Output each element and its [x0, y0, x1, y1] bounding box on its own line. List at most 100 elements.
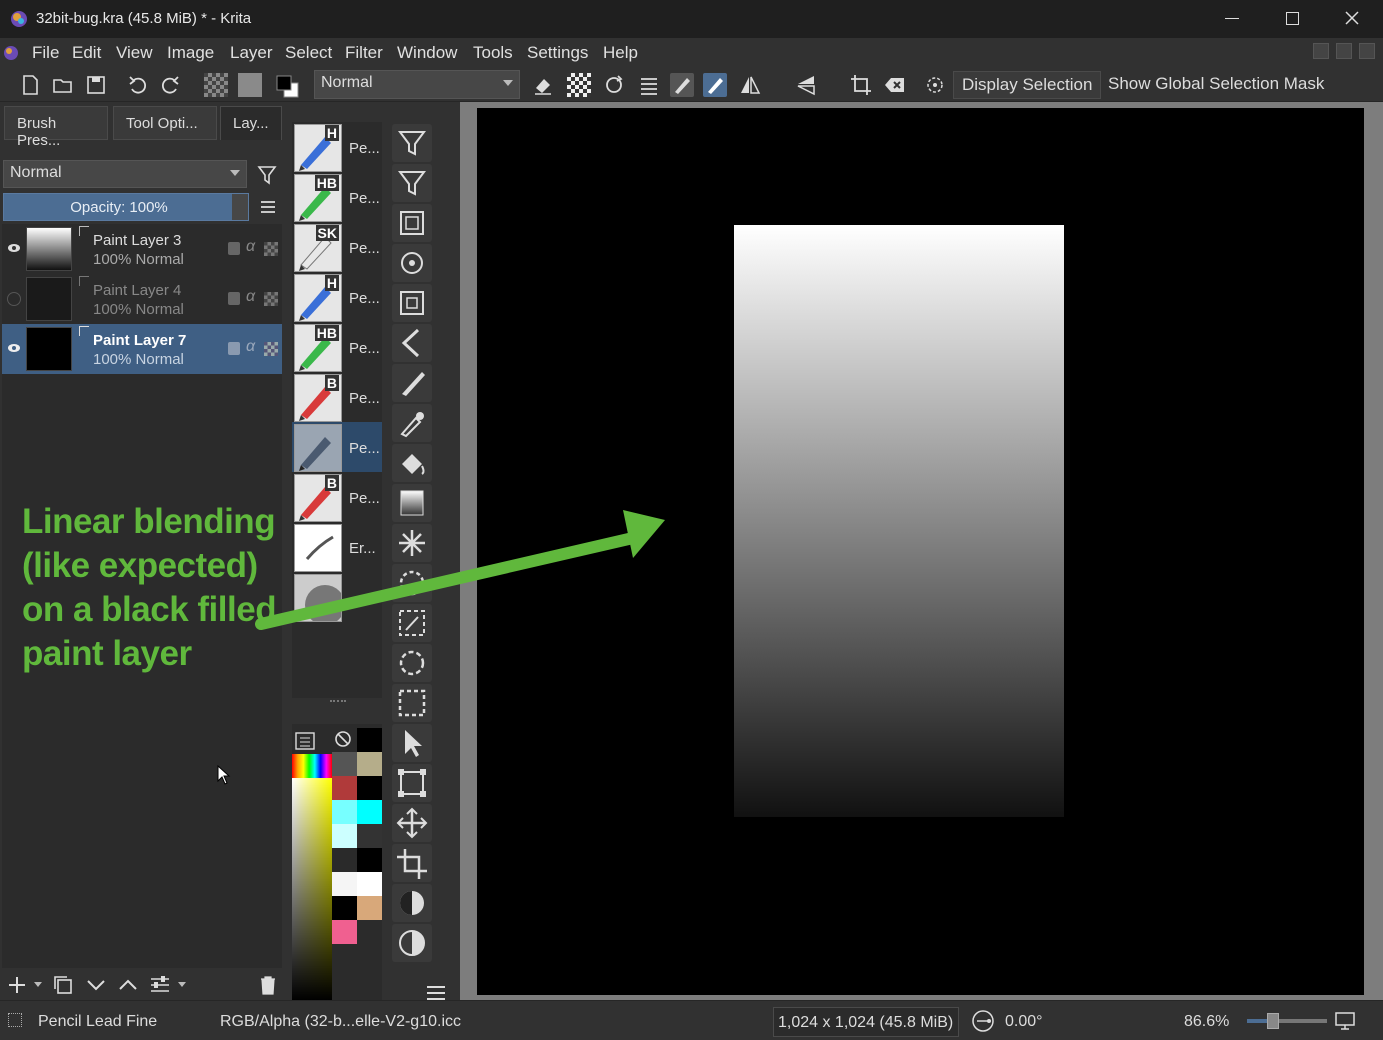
swatch[interactable] [357, 872, 382, 896]
swatch[interactable] [357, 728, 382, 752]
tab-tool-options[interactable]: Tool Opti... [113, 106, 217, 140]
menu-view[interactable]: View [116, 43, 153, 63]
swatch[interactable] [357, 824, 382, 848]
rectangle-select-icon[interactable] [392, 684, 432, 722]
redo-icon[interactable] [158, 73, 182, 97]
tab-layers[interactable]: Lay... [220, 106, 282, 140]
krita-menu-icon[interactable] [3, 45, 19, 61]
swatch[interactable] [332, 800, 357, 824]
eye-icon[interactable] [7, 241, 21, 255]
close-icon[interactable] [1344, 10, 1360, 26]
swatch[interactable] [332, 896, 357, 920]
menu-edit[interactable]: Edit [72, 43, 101, 63]
layer-row[interactable]: Paint Layer 7 100% Normal α [2, 324, 282, 374]
reload-preset-icon[interactable] [602, 73, 626, 97]
crop-frame-tool-icon[interactable] [392, 284, 432, 322]
swatch[interactable] [332, 872, 357, 896]
minimize-icon[interactable] [1225, 18, 1239, 19]
swatch[interactable] [357, 776, 382, 800]
transparency-icon[interactable] [264, 342, 278, 356]
list-icon[interactable] [637, 73, 661, 97]
rotate-tool-icon[interactable] [392, 244, 432, 282]
zoom-slider-handle[interactable] [1267, 1013, 1279, 1029]
swatch[interactable] [332, 920, 357, 944]
menu-select[interactable]: Select [285, 43, 332, 63]
transparency-icon[interactable] [264, 292, 278, 306]
swatch[interactable] [357, 896, 382, 920]
layer-blend-mode-select[interactable]: Normal [3, 160, 247, 188]
move-layer-up-icon[interactable] [117, 974, 139, 996]
opacity-spinner[interactable] [232, 194, 248, 220]
add-layer-chevron-icon[interactable] [34, 982, 42, 987]
mirror-horizontal-icon[interactable] [738, 73, 762, 97]
show-global-selection-mask-button[interactable]: Show Global Selection Mask [1100, 71, 1332, 99]
assistant-tool-icon[interactable] [392, 884, 432, 922]
swatch[interactable] [332, 752, 357, 776]
brush-preset-item[interactable]: HB [294, 174, 342, 222]
transform-tool-icon[interactable] [392, 124, 432, 162]
layer-menu-icon[interactable] [259, 198, 279, 218]
delete-layer-icon[interactable] [257, 974, 279, 996]
layer-properties-chevron-icon[interactable] [178, 982, 186, 987]
brush-preset-item[interactable]: HB [294, 324, 342, 372]
filter-tool-icon[interactable] [392, 164, 432, 202]
opacity-slider[interactable]: Opacity: 100% [3, 193, 249, 221]
display-selection-button[interactable]: Display Selection [953, 71, 1102, 99]
layer-row[interactable]: Paint Layer 4 100% Normal α [2, 274, 282, 324]
move-tool-icon[interactable] [392, 804, 432, 842]
swatch[interactable] [332, 848, 357, 872]
duplicate-layer-icon[interactable] [52, 974, 74, 996]
foreground-background-color-icon[interactable] [274, 73, 299, 98]
wrap-around-icon[interactable] [849, 73, 873, 97]
brush-preset-icon[interactable] [670, 73, 694, 97]
swatch[interactable] [332, 776, 357, 800]
inherit-alpha-icon[interactable] [79, 276, 89, 286]
palette-list-icon[interactable] [295, 732, 315, 750]
menu-window[interactable]: Window [397, 43, 457, 63]
tab-brush-presets[interactable]: Brush Pres... [4, 106, 108, 149]
lock-icon[interactable] [228, 342, 240, 355]
selection-display-icon[interactable] [923, 73, 947, 97]
alpha-lock-icon[interactable]: α [246, 238, 255, 256]
zoom-slider[interactable] [1247, 1013, 1327, 1029]
new-document-icon[interactable] [18, 73, 42, 97]
inherit-alpha-icon[interactable] [79, 226, 89, 236]
menu-tools[interactable]: Tools [473, 43, 513, 63]
frame-tool-icon[interactable] [392, 204, 432, 242]
menu-filter[interactable]: Filter [345, 43, 383, 63]
mirror-vertical-icon[interactable] [794, 73, 818, 97]
pattern-swatch-icon[interactable] [238, 73, 262, 97]
swatch[interactable] [332, 824, 357, 848]
brush-preset-item[interactable]: SK [294, 224, 342, 272]
eyedropper-icon[interactable] [392, 404, 432, 442]
rotation-icon[interactable] [968, 1009, 998, 1033]
color-square[interactable] [292, 778, 332, 1000]
swatch[interactable] [357, 800, 382, 824]
eye-hidden-icon[interactable] [7, 292, 21, 306]
gradient-swatch-icon[interactable] [204, 73, 228, 97]
layer-properties-icon[interactable] [149, 974, 171, 996]
brush-preset-item[interactable] [294, 424, 342, 472]
pointer-tool-icon[interactable] [392, 724, 432, 762]
layer-row[interactable]: Paint Layer 3 100% Normal α [2, 224, 282, 274]
brush-preset-item[interactable]: H [294, 124, 342, 172]
no-color-icon[interactable] [334, 730, 352, 748]
alpha-lock-icon[interactable]: α [246, 288, 255, 306]
add-layer-icon[interactable] [6, 974, 28, 996]
brush-preset-item[interactable]: B [294, 374, 342, 422]
fill-tool-icon[interactable] [392, 444, 432, 482]
crop-tool-icon[interactable] [392, 844, 432, 882]
maximize-icon[interactable] [1286, 12, 1299, 25]
menu-layer[interactable]: Layer [230, 43, 273, 63]
save-icon[interactable] [84, 73, 108, 97]
preserve-alpha-icon[interactable] [567, 73, 591, 97]
canvas-only-icon[interactable] [1334, 1011, 1356, 1031]
open-document-icon[interactable] [51, 73, 75, 97]
back-arrow-icon[interactable] [392, 324, 432, 362]
pen-tool-icon[interactable] [703, 73, 727, 97]
filter-icon[interactable] [257, 164, 279, 186]
menu-settings[interactable]: Settings [527, 43, 588, 63]
menu-image[interactable]: Image [167, 43, 214, 63]
transform-handles-icon[interactable] [392, 764, 432, 802]
move-layer-down-icon[interactable] [85, 974, 107, 996]
